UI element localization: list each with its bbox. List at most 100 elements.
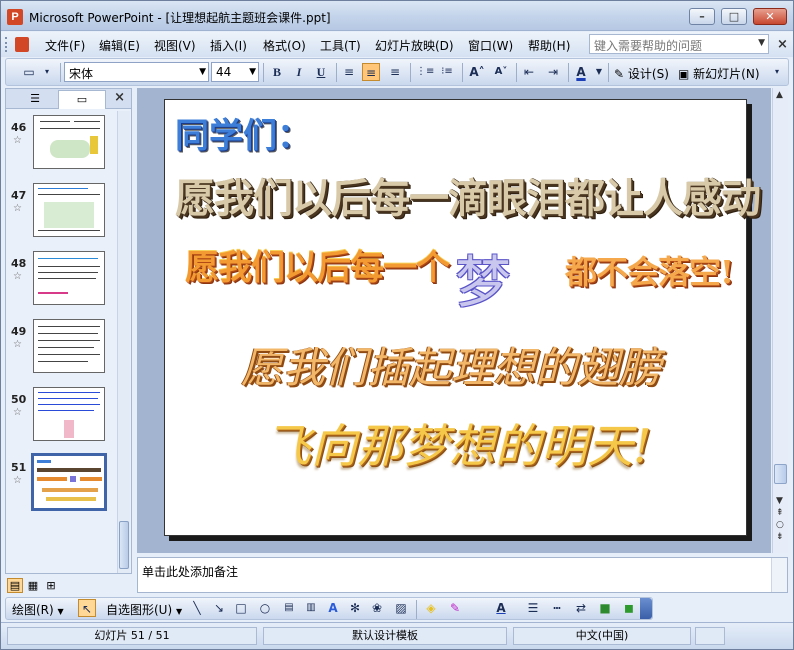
close-document-icon[interactable]: × <box>777 37 788 52</box>
slide-line-dream-word[interactable]: 梦 <box>455 238 511 319</box>
oval-icon[interactable]: ○ <box>256 599 274 617</box>
scroll-up-icon[interactable]: ▲ <box>776 90 783 100</box>
new-slide-button[interactable]: ▣ 新幻灯片(N) <box>678 65 760 82</box>
bullets-icon[interactable]: ⁝≡ <box>438 63 456 81</box>
dash-style-icon[interactable]: ┅ <box>548 599 566 617</box>
increase-font-icon[interactable]: A˄ <box>468 63 486 81</box>
select-objects-icon[interactable]: ↖ <box>78 599 96 617</box>
underline-button[interactable]: U <box>312 63 330 81</box>
wordart-icon[interactable]: A <box>324 599 342 617</box>
star-icon: ☆ <box>13 407 22 418</box>
design-button[interactable]: ✎ 设计(S) <box>614 65 669 82</box>
tab-outline[interactable]: ☰ <box>14 90 56 109</box>
font-size-select[interactable]: 44 ▼ <box>211 62 259 82</box>
align-right-icon[interactable]: ≡ <box>386 63 404 81</box>
bold-button[interactable]: B <box>268 63 286 81</box>
toolbar-options-icon[interactable]: ▾ <box>38 63 56 81</box>
fill-color-icon[interactable]: ◈ <box>422 599 440 617</box>
arrow-icon[interactable]: ↘ <box>210 599 228 617</box>
slide-thumbnail[interactable] <box>33 387 105 441</box>
toolbar-grip[interactable] <box>5 37 8 52</box>
close-button[interactable]: ✕ <box>753 8 787 25</box>
thumbnail-scrollbar[interactable] <box>117 111 130 573</box>
chevron-down-icon[interactable]: ▼ <box>758 38 765 48</box>
previous-slide-icon[interactable]: ⇞ <box>776 508 784 518</box>
rectangle-icon[interactable]: □ <box>232 599 250 617</box>
slide-thumbnail[interactable] <box>33 183 105 237</box>
chevron-down-icon[interactable]: ▼ <box>199 67 206 77</box>
menu-view[interactable]: 视图(V) <box>154 37 196 54</box>
menu-window[interactable]: 窗口(W) <box>468 37 513 54</box>
slide-line-not-fall-empty[interactable]: 都不会落空! <box>565 247 734 293</box>
diagram-icon[interactable]: ✻ <box>346 599 364 617</box>
menu-file[interactable]: 文件(F) <box>45 37 85 54</box>
autoshapes-menu-button[interactable]: 自选图形(U) ▼ <box>106 601 182 618</box>
slide-thumbnail[interactable] <box>33 115 105 169</box>
align-center-icon[interactable]: ≡ <box>362 63 380 81</box>
clipart-icon[interactable]: ❀ <box>368 599 386 617</box>
thumb-text <box>40 128 100 129</box>
toolbar-options-icon[interactable]: ▾ <box>768 63 786 81</box>
align-left-icon[interactable]: ≡ <box>340 63 358 81</box>
minimize-button[interactable]: – <box>689 8 715 25</box>
font-name-select[interactable]: 宋体 ▼ <box>64 62 209 82</box>
sorter-view-icon[interactable]: ▦ <box>25 578 41 593</box>
shadow-style-icon[interactable]: ■ <box>596 599 614 617</box>
slide-line-classmates[interactable]: 同学们： <box>175 108 311 157</box>
new-slide-icon: ▣ <box>678 67 690 81</box>
new-document-icon[interactable]: ▭ <box>20 63 38 81</box>
slide-line-wings[interactable]: 愿我们插起理想的翅膀 <box>241 334 661 395</box>
scroll-down-icon[interactable]: ▼ <box>776 496 783 506</box>
menu-help[interactable]: 帮助(H) <box>528 37 570 54</box>
scrollbar-thumb[interactable] <box>774 464 787 484</box>
chevron-down-icon[interactable]: ▼ <box>590 63 608 81</box>
arrow-style-icon[interactable]: ⇄ <box>572 599 590 617</box>
slide-line-every-dream-prefix[interactable]: 愿我们以后每一个 <box>185 240 450 289</box>
toolbar-options-icon[interactable] <box>640 598 652 619</box>
slide-line-tears[interactable]: 愿我们以后每一滴眼泪都让人感动 <box>175 166 761 224</box>
line-icon[interactable]: ╲ <box>188 599 206 617</box>
slide-thumbnail-selected[interactable] <box>31 453 107 511</box>
slide-thumbnail[interactable] <box>33 319 105 373</box>
scrollbar-thumb[interactable] <box>119 521 129 569</box>
next-slide-icon[interactable]: ⇟ <box>776 532 784 542</box>
italic-button[interactable]: I <box>290 63 308 81</box>
menu-format[interactable]: 格式(O) <box>263 37 306 54</box>
notes-placeholder[interactable]: 单击此处添加备注 <box>142 563 238 580</box>
menu-edit[interactable]: 编辑(E) <box>99 37 140 54</box>
increase-indent-icon[interactable]: ⇥ <box>544 63 562 81</box>
textbox-icon[interactable]: ▤ <box>280 599 298 617</box>
design-template-status[interactable]: 默认设计模板 <box>263 627 507 645</box>
tab-slides[interactable]: ▭ <box>58 90 106 109</box>
help-search-input[interactable]: 键入需要帮助的问题 ▼ <box>589 34 769 54</box>
select-object-icon[interactable]: ○ <box>776 520 784 530</box>
font-color-icon[interactable]: A <box>492 599 510 617</box>
slide-thumbnail[interactable] <box>33 251 105 305</box>
thumb-text <box>46 497 96 501</box>
font-color-button[interactable]: A <box>572 63 590 81</box>
decrease-font-icon[interactable]: A˅ <box>492 63 510 81</box>
menu-insert[interactable]: 插入(I) <box>210 37 247 54</box>
notes-pane[interactable]: 单击此处添加备注 <box>137 557 788 593</box>
vertical-textbox-icon[interactable]: ▥ <box>302 599 320 617</box>
normal-view-icon[interactable]: ▤ <box>7 578 23 593</box>
maximize-button[interactable]: □ <box>721 8 747 25</box>
picture-icon[interactable]: ▨ <box>392 599 410 617</box>
slideshow-view-icon[interactable]: ⊞ <box>43 578 59 593</box>
numbering-icon[interactable]: ⋮≡ <box>416 63 434 81</box>
3d-style-icon[interactable]: ◼ <box>620 599 638 617</box>
slide-canvas[interactable]: 同学们： 愿我们以后每一滴眼泪都让人感动 愿我们以后每一个 梦 都不会落空! 愿… <box>164 99 761 536</box>
slide-scrollbar[interactable]: ▲ ▼ ⇞ ○ ⇟ <box>772 88 788 553</box>
decrease-indent-icon[interactable]: ⇤ <box>520 63 538 81</box>
menu-slideshow[interactable]: 幻灯片放映(D) <box>375 37 454 54</box>
menu-tools[interactable]: 工具(T) <box>320 37 361 54</box>
chevron-down-icon[interactable]: ▼ <box>249 67 256 77</box>
document-icon[interactable] <box>15 37 29 52</box>
slide-editing-area[interactable]: 同学们： 愿我们以后每一滴眼泪都让人感动 愿我们以后每一个 梦 都不会落空! 愿… <box>137 88 771 553</box>
close-pane-icon[interactable]: × <box>114 90 125 105</box>
slide-line-tomorrow[interactable]: 飞向那梦想的明天! <box>265 410 652 476</box>
line-style-icon[interactable]: ☰ <box>524 599 542 617</box>
notes-scrollbar[interactable] <box>771 558 787 592</box>
line-color-icon[interactable]: ✎ <box>446 599 464 617</box>
draw-menu-button[interactable]: 绘图(R) ▼ <box>12 601 64 618</box>
